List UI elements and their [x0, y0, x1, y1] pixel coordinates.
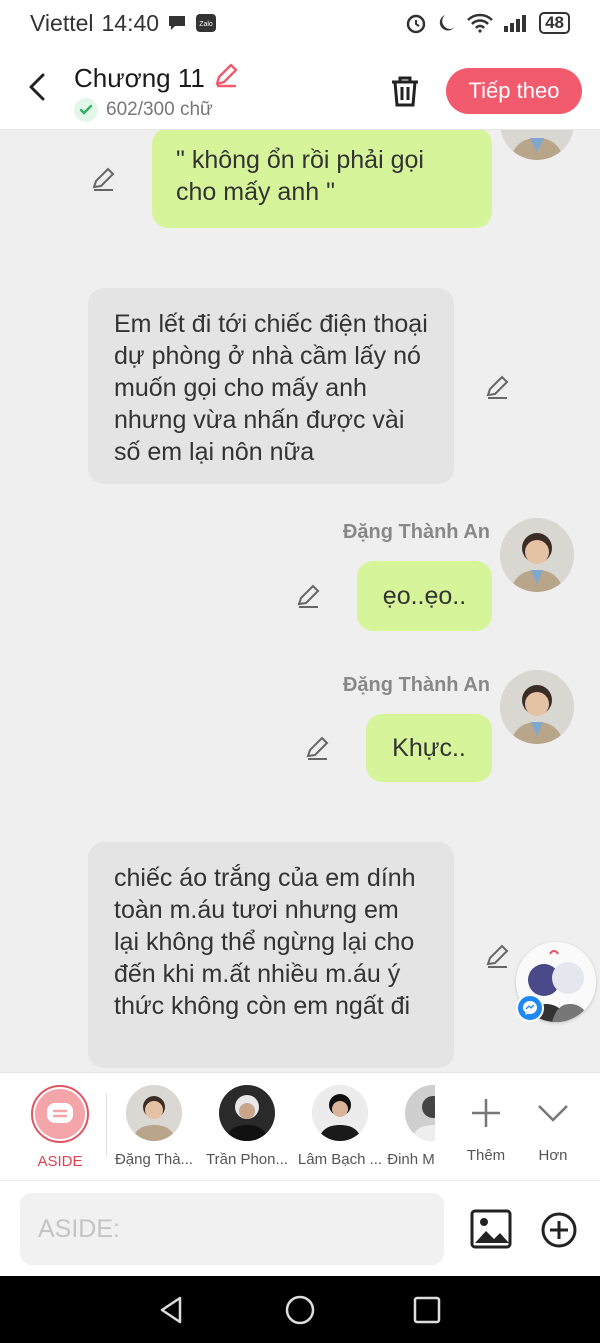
message-text: " không ổn rồi phải gọi cho mấy anh " [176, 146, 424, 206]
character-name: ASIDE [37, 1153, 83, 1170]
avatar [219, 1085, 275, 1141]
avatar [405, 1085, 435, 1141]
next-chapter-button[interactable]: Tiếp theo [446, 68, 582, 114]
back-button[interactable] [20, 70, 54, 104]
check-icon [74, 98, 98, 122]
edit-message-icon[interactable] [295, 582, 323, 610]
message-bubble[interactable]: ẹo..ẹo.. [357, 561, 492, 631]
edit-message-icon[interactable] [484, 942, 512, 970]
message-input[interactable] [20, 1193, 444, 1265]
nav-back-button[interactable] [156, 1294, 188, 1326]
character-aside[interactable]: ASIDE [14, 1085, 106, 1170]
character-item[interactable]: Đinh M [387, 1085, 435, 1168]
status-bar: Viettel 14:40 Zalo 48 [0, 0, 600, 46]
message-text: Em lết đi tới chiếc điện thoại dự phòng … [114, 310, 428, 466]
edit-message-icon[interactable] [484, 373, 512, 401]
message-bubble[interactable]: Khực.. [366, 714, 492, 782]
avatar[interactable] [500, 518, 574, 592]
messenger-icon [516, 994, 544, 1022]
chapter-title[interactable]: Chương 11 [74, 62, 239, 95]
square-recents-icon [413, 1296, 441, 1324]
chat-bubble-icon [47, 1103, 73, 1123]
chevron-down-icon [525, 1085, 581, 1141]
nav-recents-button[interactable] [411, 1294, 443, 1326]
insert-image-button[interactable] [470, 1209, 512, 1249]
battery-indicator: 48 [539, 12, 570, 34]
wifi-icon [467, 13, 493, 33]
divider [106, 1093, 107, 1157]
moon-icon [437, 13, 457, 33]
chat-notification-icon [167, 14, 187, 32]
nav-home-button[interactable] [284, 1294, 316, 1326]
avatar[interactable] [500, 130, 574, 160]
plus-circle-icon [541, 1212, 577, 1248]
status-time: 14:40 [101, 9, 160, 36]
chevron-left-icon [29, 73, 45, 101]
character-name: Trần Phon... [206, 1151, 288, 1168]
avatar [312, 1085, 368, 1141]
circle-home-icon [285, 1295, 315, 1325]
message-bubble[interactable]: " không ổn rồi phải gọi cho mấy anh " [152, 130, 492, 228]
edit-message-icon[interactable] [304, 734, 332, 762]
character-bar: ASIDE Đặng Thà... Trần Phon... Lâm Bạch … [0, 1072, 600, 1180]
message-text: ẹo..ẹo.. [382, 582, 467, 610]
zalo-notification-icon: Zalo [195, 13, 217, 33]
trash-icon [392, 76, 418, 107]
message-bubble[interactable]: chiếc áo trắng của em dính toàn m.áu tươ… [88, 842, 454, 1068]
edit-title-icon[interactable] [213, 62, 239, 95]
zalo-icon-label: Zalo [199, 21, 213, 28]
character-name: Đinh M [387, 1151, 435, 1168]
word-count: 602/300 chữ [74, 98, 213, 122]
chapter-title-text: Chương 11 [74, 63, 205, 93]
plus-icon [458, 1085, 514, 1141]
avatar [126, 1085, 182, 1141]
delete-button[interactable] [386, 72, 424, 110]
avatar[interactable] [500, 670, 574, 744]
character-item[interactable]: Trần Phon... [201, 1085, 293, 1168]
aside-avatar [31, 1085, 89, 1143]
system-nav-bar [0, 1276, 600, 1343]
add-button[interactable] [540, 1211, 578, 1249]
edit-message-icon[interactable] [90, 165, 118, 193]
image-icon [470, 1209, 512, 1249]
input-bar [0, 1180, 600, 1276]
character-item[interactable]: Đặng Thà... [108, 1085, 200, 1168]
chapter-header: Chương 11 602/300 chữ Tiếp theo [0, 46, 600, 130]
speaker-name: Đặng Thành An [342, 674, 490, 696]
status-left: Viettel 14:40 Zalo [30, 10, 217, 37]
message-text: Khực.. [392, 734, 466, 762]
carrier-label: Viettel [30, 9, 94, 36]
more-button[interactable]: Hơn [507, 1085, 599, 1164]
word-count-text: 602/300 chữ [106, 99, 213, 120]
chat-area[interactable]: " không ổn rồi phải gọi cho mấy anh " Em… [0, 130, 600, 1072]
message-text: chiếc áo trắng của em dính toàn m.áu tươ… [114, 864, 416, 1020]
signal-icon [503, 13, 529, 33]
triangle-back-icon [160, 1296, 182, 1324]
character-item[interactable]: Lâm Bạch ... [294, 1085, 386, 1168]
character-name: Đặng Thà... [114, 1151, 194, 1168]
more-label: Hơn [538, 1147, 568, 1164]
status-right: 48 [405, 12, 570, 34]
alarm-icon [405, 12, 427, 34]
character-name: Lâm Bạch ... [297, 1151, 383, 1168]
message-bubble[interactable]: Em lết đi tới chiếc điện thoại dự phòng … [88, 288, 454, 484]
speaker-name: Đặng Thành An [342, 521, 490, 543]
